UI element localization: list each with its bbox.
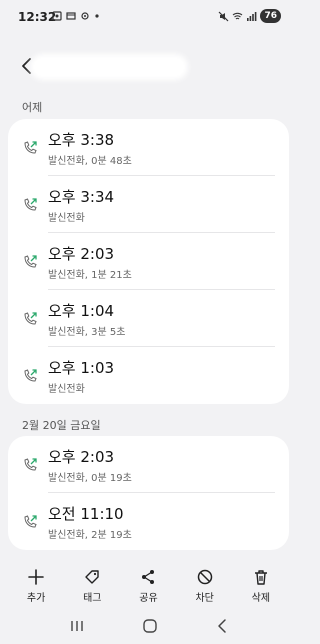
system-nav-bar (0, 612, 297, 640)
tag-icon (85, 570, 99, 584)
recent-apps-icon[interactable] (69, 619, 85, 633)
call-time: 오후 1:04 (48, 302, 115, 320)
back-nav-icon[interactable] (216, 618, 228, 634)
call-log-row[interactable]: 오후 1:04 발신전화, 3분 5초 (8, 290, 289, 347)
call-detail: 발신전화, 0분 48초 (48, 156, 132, 167)
trash-icon (254, 570, 267, 585)
status-right-icons: 76 (218, 9, 281, 23)
call-log-row[interactable]: 오후 2:03 발신전화, 1분 21초 (8, 233, 289, 290)
block-icon (197, 569, 212, 585)
call-detail: 발신전화, 0분 19초 (48, 473, 132, 484)
call-log-row[interactable]: 오후 3:38 발신전화, 0분 48초 (8, 119, 289, 176)
call-time: 오후 2:03 (48, 245, 115, 263)
delete-button[interactable]: 삭제 (239, 560, 283, 604)
screenshot-icon (52, 11, 62, 21)
call-detail: 발신전화, 2분 19초 (48, 530, 132, 541)
call-time: 오후 2:03 (48, 448, 115, 466)
add-label: 추가 (26, 593, 46, 604)
call-detail: 발신전화, 1분 21초 (48, 270, 132, 281)
outgoing-call-icon (24, 369, 37, 382)
add-button[interactable]: 추가 (14, 560, 58, 604)
call-time: 오후 1:03 (48, 359, 115, 377)
mute-icon (219, 11, 229, 21)
gallery-icon (66, 12, 76, 20)
outgoing-call-icon (24, 255, 37, 268)
call-detail: 발신전화, 3분 5초 (48, 327, 126, 338)
share-icon (142, 570, 155, 584)
status-left-icons (52, 11, 100, 21)
outgoing-call-icon (24, 141, 37, 154)
chevron-left-icon (22, 58, 31, 74)
section-label-yesterday: 어제 (22, 101, 43, 114)
outgoing-call-icon (24, 458, 37, 471)
settings-icon (81, 12, 89, 20)
call-log-row[interactable]: 오후 1:03 발신전화 (8, 347, 289, 404)
dot-icon (95, 14, 99, 18)
outgoing-call-icon (24, 515, 37, 528)
call-time: 오후 3:34 (48, 188, 115, 206)
call-log-row[interactable]: 오전 11:10 발신전화, 2분 19초 (8, 493, 289, 550)
home-icon[interactable] (142, 618, 158, 634)
delete-label: 삭제 (251, 593, 271, 604)
block-button[interactable]: 차단 (183, 560, 227, 604)
status-time: 12:32 (18, 10, 57, 24)
share-button[interactable]: 공유 (126, 560, 170, 604)
share-label: 공유 (139, 593, 158, 604)
wifi-icon (233, 12, 243, 19)
status-bar: 12:32 76 (0, 0, 297, 34)
call-detail: 발신전화 (48, 384, 85, 395)
bottom-toolbar: 추가 태그 공유 차단 삭제 (0, 560, 297, 604)
call-log-card-1: 오후 3:38 발신전화, 0분 48초 오후 3:34 발신전화 오후 2:0… (8, 119, 289, 404)
battery-indicator: 76 (260, 9, 281, 23)
header (0, 48, 297, 84)
call-log-card-2: 오후 2:03 발신전화, 0분 19초 오전 11:10 발신전화, 2분 1… (8, 436, 289, 550)
call-detail: 발신전화 (48, 213, 85, 224)
contact-name-redacted (34, 58, 184, 76)
call-log-row[interactable]: 오후 2:03 발신전화, 0분 19초 (8, 436, 289, 493)
tag-button[interactable]: 태그 (70, 560, 114, 604)
outgoing-call-icon (24, 198, 37, 211)
outgoing-call-icon (24, 312, 37, 325)
call-time: 오후 3:38 (48, 131, 115, 149)
section-label-date: 2월 20일 금요일 (22, 419, 101, 432)
tag-label: 태그 (83, 593, 102, 604)
call-time: 오전 11:10 (48, 505, 124, 523)
call-log-row[interactable]: 오후 3:34 발신전화 (8, 176, 289, 233)
block-label: 차단 (195, 593, 214, 604)
plus-icon (28, 569, 44, 585)
signal-icon (247, 11, 257, 21)
